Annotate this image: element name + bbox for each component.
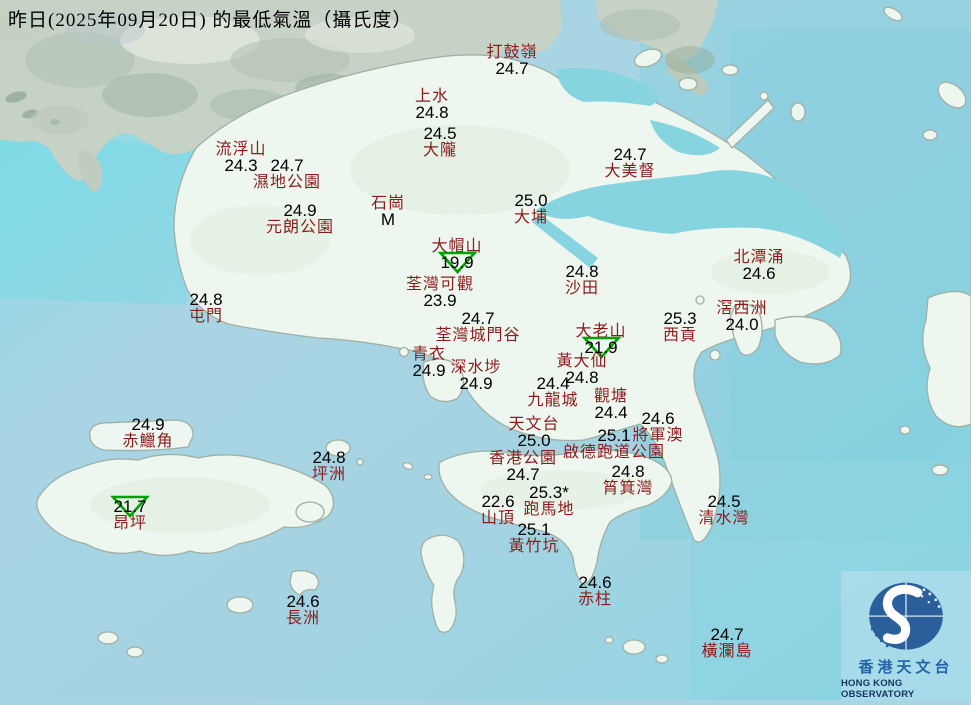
- station-min-temperature: 24.7: [461, 311, 494, 327]
- station-min-temperature: 24.6: [286, 594, 319, 610]
- station-label: 24.7濕地公園: [253, 158, 321, 191]
- hko-name-chinese: 香港天文台: [858, 656, 953, 677]
- station-label: 25.3西貢: [663, 311, 697, 344]
- stations-layer: 打鼓嶺24.7上水24.824.5大隴流浮山24.324.7濕地公園24.9元朗…: [0, 0, 971, 700]
- station-label: 滘西洲24.0: [716, 300, 767, 333]
- station-label: 24.8沙田: [565, 264, 599, 297]
- station-name: 橫瀾島: [701, 643, 752, 660]
- station-name: 荃灣城門谷: [435, 327, 520, 344]
- station-name: 黃竹坑: [508, 538, 559, 555]
- station-min-temperature: 24.8: [611, 464, 644, 480]
- station-label: 24.6長洲: [286, 594, 320, 627]
- station-label: 天文台25.0: [508, 416, 559, 449]
- station-min-temperature: 24.6: [742, 266, 775, 282]
- station-name: 啟德跑道公園: [563, 444, 665, 461]
- station-min-temperature: 25.0: [514, 193, 547, 209]
- station-min-temperature: 24.4: [594, 405, 627, 421]
- station-name: 九龍城: [527, 392, 578, 409]
- station-label: 石崗M: [371, 195, 405, 228]
- station-min-temperature: 24.9: [459, 376, 492, 392]
- station-min-temperature: 25.3*: [529, 485, 569, 501]
- station-label: 深水埗24.9: [450, 359, 501, 392]
- station-label: 荃灣可觀23.9: [406, 276, 474, 309]
- station-label: 24.9元朗公園: [266, 203, 334, 236]
- station-name: 筲箕灣: [602, 480, 653, 497]
- station-label: 24.8坪洲: [312, 450, 346, 483]
- station-name: 跑馬地: [523, 501, 574, 518]
- station-name: 沙田: [565, 280, 599, 297]
- station-min-temperature: 24.7: [613, 147, 646, 163]
- station-label: 打鼓嶺24.7: [486, 44, 537, 77]
- page-title: 昨日(2025年09月20日) 的最低氣溫（攝氏度）: [8, 5, 412, 32]
- station-min-temperature: 24.4: [536, 376, 569, 392]
- station-label: 青衣24.9: [412, 346, 446, 379]
- station-label: 21.7昂坪: [113, 499, 147, 532]
- station-min-temperature: 24.7: [495, 61, 528, 77]
- station-name: 濕地公園: [253, 174, 321, 191]
- station-name: 大埔: [514, 209, 548, 226]
- station-label: 24.7荃灣城門谷: [435, 311, 520, 344]
- station-min-temperature: M: [381, 212, 395, 228]
- hko-name-english: HONG KONG OBSERVATORY: [841, 678, 971, 700]
- station-name: 長洲: [286, 610, 320, 627]
- station-label: 24.5大隴: [423, 126, 457, 159]
- station-min-temperature: 24.7: [710, 627, 743, 643]
- station-name: 清水灣: [698, 510, 749, 527]
- station-min-temperature: 24.8: [565, 264, 598, 280]
- min-temperature-map-page: { "title": "昨日(2025年09月20日) 的最低氣溫（攝氏度）",…: [0, 0, 971, 700]
- station-label: 24.8筲箕灣: [602, 464, 653, 497]
- station-label: 北潭涌24.6: [733, 249, 784, 282]
- station-min-temperature: 24.7: [506, 467, 539, 483]
- station-name: 坪洲: [312, 466, 346, 483]
- station-label: 24.8屯門: [189, 292, 223, 325]
- station-label: 觀塘24.4: [594, 388, 628, 421]
- station-label: 25.0大埔: [514, 193, 548, 226]
- station-min-temperature: 24.5: [423, 126, 456, 142]
- hko-emblem-icon: [860, 581, 952, 653]
- station-min-temperature: 21.7: [113, 499, 146, 515]
- station-label: 24.7橫瀾島: [701, 627, 752, 660]
- station-min-temperature: 24.8: [415, 105, 448, 121]
- station-min-temperature: 25.1: [517, 522, 550, 538]
- station-label: 24.4九龍城: [527, 376, 578, 409]
- station-min-temperature: 24.6: [641, 411, 674, 427]
- station-name: 赤柱: [578, 591, 612, 608]
- station-min-temperature: 25.0: [517, 433, 550, 449]
- station-name: 大美督: [604, 163, 655, 180]
- station-label: 24.6赤柱: [578, 575, 612, 608]
- station-name: 西貢: [663, 327, 697, 344]
- station-min-temperature: 25.1: [597, 428, 630, 444]
- station-min-temperature: 24.6: [578, 575, 611, 591]
- station-min-temperature: 24.9: [131, 417, 164, 433]
- station-label: 25.1啟德跑道公園: [563, 428, 665, 461]
- station-min-temperature: 24.7: [270, 158, 303, 174]
- station-min-temperature: 19.9: [440, 255, 473, 271]
- station-min-temperature: 25.3: [663, 311, 696, 327]
- station-min-temperature: 24.8: [189, 292, 222, 308]
- station-name: 元朗公園: [266, 219, 334, 236]
- station-label: 上水24.8: [415, 88, 449, 121]
- station-label: 25.1黃竹坑: [508, 522, 559, 555]
- station-label: 香港公園24.7: [489, 450, 557, 483]
- station-label: 大老山21.9: [575, 323, 626, 356]
- hko-logo: 香港天文台 HONG KONG OBSERVATORY: [841, 571, 971, 700]
- station-label: 24.7大美督: [604, 147, 655, 180]
- station-min-temperature: 24.5: [707, 494, 740, 510]
- station-name: 大隴: [423, 142, 457, 159]
- station-label: 24.5清水灣: [698, 494, 749, 527]
- station-min-temperature: 24.9: [412, 363, 445, 379]
- station-name: 赤鱲角: [122, 433, 173, 450]
- station-label: 大帽山19.9: [431, 238, 482, 271]
- station-min-temperature: 23.9: [423, 293, 456, 309]
- station-min-temperature: 24.9: [283, 203, 316, 219]
- station-label: 24.9赤鱲角: [122, 417, 173, 450]
- station-name: 屯門: [189, 308, 223, 325]
- station-label: 25.3*跑馬地: [523, 485, 574, 518]
- station-min-temperature: 24.8: [312, 450, 345, 466]
- station-min-temperature: 22.6: [481, 494, 514, 510]
- station-min-temperature: 24.0: [725, 317, 758, 333]
